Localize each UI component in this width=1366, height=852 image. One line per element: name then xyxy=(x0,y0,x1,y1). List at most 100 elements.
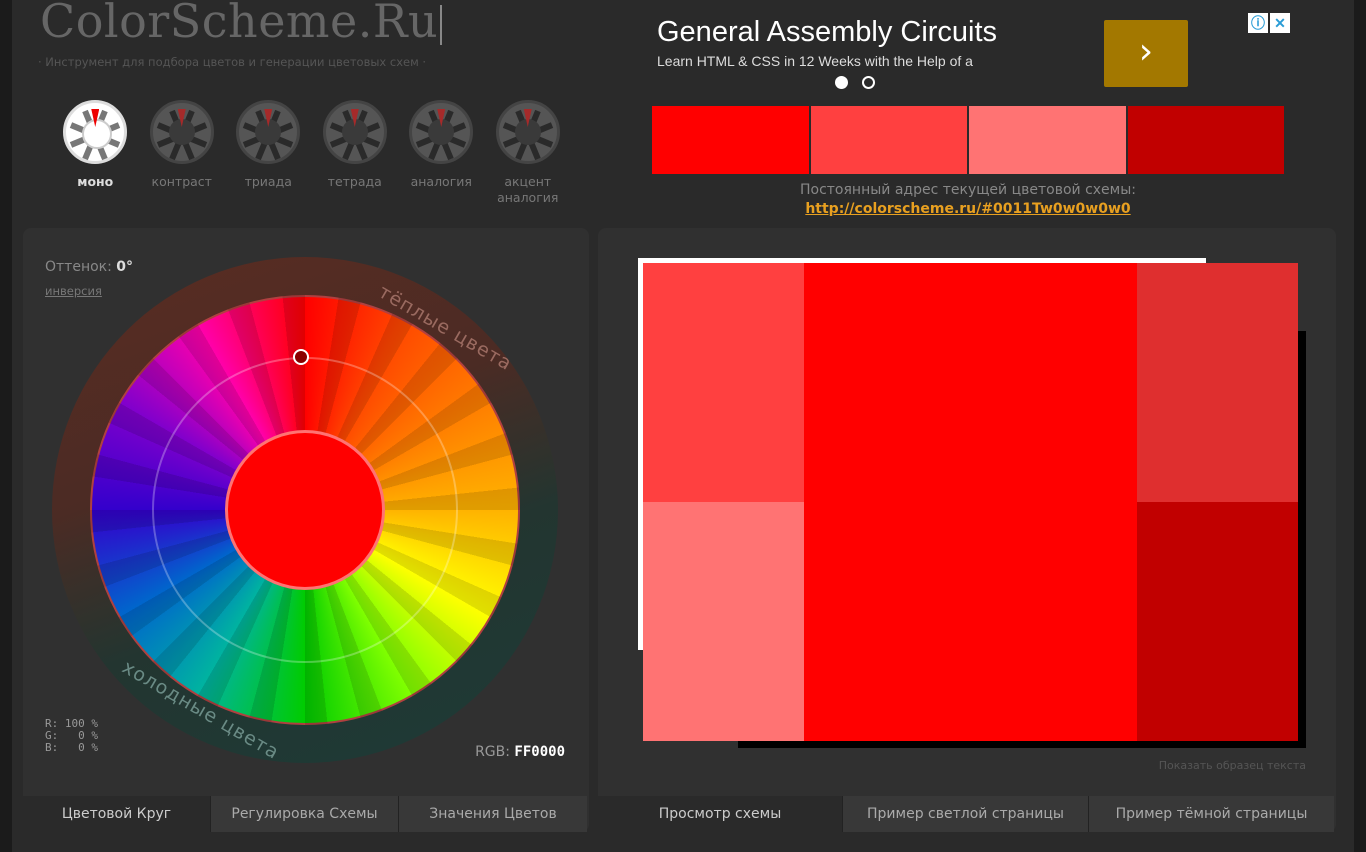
mode-1[interactable]: контраст xyxy=(139,100,226,206)
dial-slice xyxy=(274,135,294,148)
dial-slice xyxy=(441,141,454,161)
scheme-preview xyxy=(643,263,1298,741)
show-sample-text-link[interactable]: Показать образец текста xyxy=(1159,759,1306,772)
preview-cell-bottom-left xyxy=(643,502,804,741)
permalink-label: Постоянный адрес текущей цветовой схемы: xyxy=(799,182,1136,198)
app-window: ColorScheme.Ru · Инструмент для подбора … xyxy=(12,0,1354,852)
dial-slice xyxy=(447,135,467,148)
ad-dot-2[interactable] xyxy=(862,76,875,89)
tagline: · Инструмент для подбора цветов и генера… xyxy=(38,55,427,69)
dial-slice xyxy=(428,141,441,161)
ad-controls: ⓘ ✕ xyxy=(1248,13,1290,33)
dial-slice xyxy=(101,122,121,135)
dial-slice xyxy=(156,122,176,135)
rgb-b-value: B: 0 % xyxy=(45,741,98,754)
dial-slice xyxy=(187,122,207,135)
scheme-dial-icon xyxy=(322,100,387,164)
wheel-tabs: Цветовой Круг Регулировка Схемы Значения Ц… xyxy=(23,796,587,832)
mode-label: акцент аналогия xyxy=(497,174,559,205)
text-cursor xyxy=(440,5,443,45)
preview-cell-bottom-right xyxy=(1137,502,1298,741)
selected-color-disc xyxy=(225,430,385,590)
dial-slice xyxy=(268,141,281,161)
site-logo[interactable]: ColorScheme.Ru xyxy=(40,0,443,48)
scheme-dial-icon xyxy=(149,100,214,164)
rgb-hex-value: FF0000 xyxy=(514,744,565,760)
left-tab-2[interactable]: Регулировка Схемы xyxy=(210,796,398,832)
dial-slice xyxy=(329,122,349,135)
info-icon[interactable]: ⓘ xyxy=(1248,13,1268,33)
color-wheel-widget[interactable]: тёплые цвета холодные цвета xyxy=(52,257,558,764)
dial-slice xyxy=(447,122,467,135)
color-wheel-panel: Оттенок: 0° инверсия тёплые цвета холодн… xyxy=(23,228,589,832)
mode-4[interactable]: аналогия xyxy=(398,100,485,206)
dial-slice xyxy=(82,141,95,161)
dial-slice xyxy=(255,141,268,161)
preview-cell-top-left xyxy=(643,263,804,502)
dial-slice xyxy=(360,122,380,135)
dial-slice xyxy=(156,135,176,148)
dial-slice xyxy=(360,135,380,148)
hue-handle[interactable] xyxy=(293,349,309,365)
preview-cell-top-right xyxy=(1137,263,1298,502)
chevron-right-icon: › xyxy=(1138,31,1154,72)
ad-pagination xyxy=(835,76,875,89)
rgb-hex-readout: RGB: FF0000 xyxy=(475,744,565,760)
dial-slice xyxy=(528,141,541,161)
right-tab-2[interactable]: Пример светлой страницы xyxy=(842,796,1088,832)
scheme-preview-panel: Показать образец текста Просмотр схемы Пр… xyxy=(598,228,1336,832)
permalink-url[interactable]: http://colorscheme.ru/#0011Tw0w0w0w0 xyxy=(652,201,1284,217)
scheme-dial-icon xyxy=(495,100,560,164)
dial-slice xyxy=(101,135,121,148)
rgb-percent-readout: R: 100 % G: 0 % B: 0 % xyxy=(45,718,98,754)
dial-slice xyxy=(187,135,207,148)
right-tab-3[interactable]: Пример тёмной страницы xyxy=(1088,796,1334,832)
mode-3[interactable]: тетрада xyxy=(312,100,399,206)
swatch-2[interactable] xyxy=(810,106,967,174)
mode-label: тетрада xyxy=(327,174,382,189)
dial-slice xyxy=(533,135,553,148)
dial-slice xyxy=(329,135,349,148)
ad-next-button[interactable]: › xyxy=(1104,20,1188,87)
ad-banner[interactable]: General Assembly Circuits Learn HTML & C… xyxy=(652,10,1292,92)
dial-slice xyxy=(502,122,522,135)
ad-title[interactable]: General Assembly Circuits xyxy=(657,16,997,49)
mode-5[interactable]: акцент аналогия xyxy=(485,100,572,206)
dial-slice xyxy=(169,141,182,161)
logo-text: ColorScheme.Ru xyxy=(40,0,439,48)
mode-label: аналогия xyxy=(410,174,472,189)
dial-slice xyxy=(274,122,294,135)
mode-label: моно xyxy=(77,174,114,189)
ad-subtitle[interactable]: Learn HTML & CSS in 12 Weeks with the He… xyxy=(657,53,973,69)
dial-slice xyxy=(182,141,195,161)
rgb-hex-label: RGB: xyxy=(475,744,510,760)
close-icon[interactable]: ✕ xyxy=(1270,13,1290,33)
left-tab-3[interactable]: Значения Цветов xyxy=(398,796,587,832)
preview-cell-center xyxy=(804,263,1137,741)
swatch-4[interactable] xyxy=(1127,106,1284,174)
scheme-dial-icon xyxy=(236,100,301,164)
dial-slice xyxy=(515,141,528,161)
dial-slice xyxy=(243,122,263,135)
left-tab-1[interactable]: Цветовой Круг xyxy=(23,796,210,832)
swatch-1[interactable] xyxy=(652,106,809,174)
mode-0[interactable]: моно xyxy=(52,100,139,206)
dial-slice xyxy=(502,135,522,148)
mode-2[interactable]: триада xyxy=(225,100,312,206)
mode-label: контраст xyxy=(151,174,212,189)
scheme-swatches xyxy=(652,106,1284,174)
dial-slice xyxy=(342,141,355,161)
dial-slice xyxy=(416,122,436,135)
dial-slice xyxy=(95,141,108,161)
mode-label: триада xyxy=(244,174,292,189)
dial-slice xyxy=(355,141,368,161)
scheme-dial-icon xyxy=(63,100,128,164)
swatch-3[interactable] xyxy=(969,106,1126,174)
ad-dot-1[interactable] xyxy=(835,76,848,89)
dial-slice xyxy=(70,122,90,135)
scheme-mode-selector: моно контраст триада тетрада аналогия акцент … xyxy=(52,100,571,206)
preview-tabs: Просмотр схемы Пример светлой страницы При… xyxy=(598,796,1334,832)
scheme-dial-icon xyxy=(409,100,474,164)
right-tab-1[interactable]: Просмотр схемы xyxy=(598,796,842,832)
dial-slice xyxy=(533,122,553,135)
